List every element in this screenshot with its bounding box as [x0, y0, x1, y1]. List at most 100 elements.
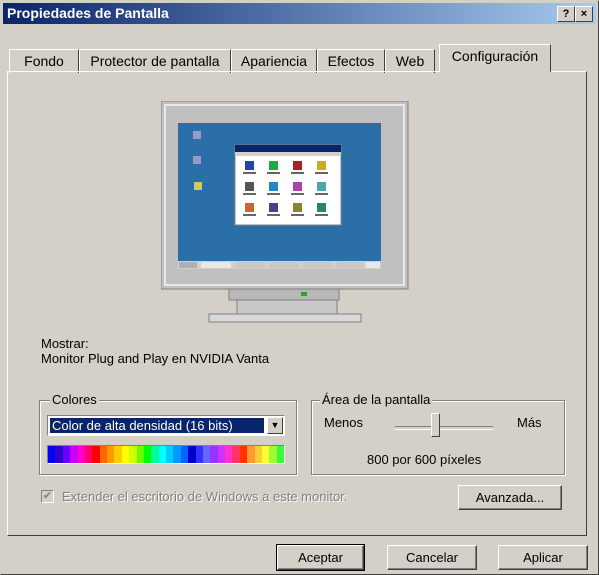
monitor-device-name: Monitor Plug and Play en NVIDIA Vanta	[41, 351, 270, 366]
palette-swatch	[254, 446, 262, 463]
preview-app-icon	[269, 161, 278, 170]
preview-window-titlebar	[235, 145, 341, 152]
palette-swatch	[129, 446, 137, 463]
palette-swatch	[62, 446, 71, 463]
preview-app-caption	[243, 172, 256, 174]
palette-swatch	[107, 446, 115, 463]
preview-app-caption	[267, 193, 280, 195]
tab-web[interactable]: Web	[385, 49, 435, 73]
palette-swatch	[99, 446, 107, 463]
palette-swatch	[180, 446, 189, 463]
my-computer-icon	[193, 131, 201, 139]
preview-app-icon	[269, 182, 278, 191]
preview-app-icon	[245, 161, 254, 170]
palette-swatch	[261, 446, 270, 463]
ok-button[interactable]: Aceptar	[276, 544, 365, 571]
palette-swatch	[210, 446, 218, 463]
extend-desktop-checkbox[interactable]: ✔	[41, 490, 54, 503]
palette-swatch	[77, 446, 85, 463]
palette-swatch	[217, 446, 225, 463]
slider-less-label: Menos	[324, 415, 364, 430]
preview-task-5	[337, 262, 363, 268]
preview-app-caption	[291, 172, 304, 174]
resolution-slider-track[interactable]	[395, 426, 493, 430]
preview-window-menubar	[235, 152, 341, 156]
preview-app-icon	[317, 182, 326, 191]
preview-app-caption	[315, 214, 328, 216]
color-palette-bar	[47, 445, 285, 464]
tab-configuracion[interactable]: Configuración	[439, 44, 551, 72]
palette-swatch	[225, 446, 233, 463]
power-led	[301, 292, 307, 296]
palette-swatch	[188, 446, 196, 463]
window-title: Propiedades de Pantalla	[7, 5, 169, 21]
preview-app-caption	[243, 214, 256, 216]
palette-swatch	[247, 446, 255, 463]
preview-task-4	[303, 262, 333, 268]
palette-swatch	[55, 446, 63, 463]
preview-app-icon	[317, 161, 326, 170]
palette-swatch	[84, 446, 93, 463]
palette-swatch	[114, 446, 122, 463]
tab-efectos[interactable]: Efectos	[317, 49, 385, 73]
extend-desktop-label: Extender el escritorio de Windows a este…	[62, 489, 348, 504]
palette-swatch	[239, 446, 248, 463]
palette-swatch	[151, 446, 159, 463]
advanced-button[interactable]: Avanzada...	[458, 485, 562, 510]
close-button[interactable]: ×	[575, 6, 593, 22]
palette-swatch	[173, 446, 181, 463]
palette-swatch	[136, 446, 144, 463]
chevron-down-icon[interactable]: ▼	[267, 417, 283, 434]
palette-swatch	[195, 446, 203, 463]
help-button[interactable]: ?	[557, 6, 575, 22]
preview-app-caption	[243, 193, 256, 195]
preview-app-caption	[267, 214, 280, 216]
palette-swatch	[202, 446, 211, 463]
preview-app-icon	[293, 203, 302, 212]
tab-fondo[interactable]: Fondo	[9, 49, 79, 73]
preview-app-caption	[267, 172, 280, 174]
tab-apariencia[interactable]: Apariencia	[231, 49, 317, 73]
network-icon	[193, 156, 201, 164]
palette-swatch	[269, 446, 277, 463]
display-label: Mostrar:	[41, 336, 89, 351]
preview-app-caption	[315, 193, 328, 195]
palette-swatch	[158, 446, 166, 463]
cancel-button[interactable]: Cancelar	[387, 545, 477, 570]
preview-app-icon	[245, 182, 254, 191]
monitor-base	[208, 313, 362, 323]
palette-swatch	[92, 446, 100, 463]
monitor-stand	[236, 299, 338, 315]
apply-button[interactable]: Aplicar	[498, 545, 588, 570]
preview-app-caption	[315, 172, 328, 174]
preview-app-icon	[293, 182, 302, 191]
monitor-neck	[228, 288, 340, 301]
preview-app-icon	[269, 203, 278, 212]
preview-task-1	[201, 262, 231, 268]
palette-swatch	[143, 446, 152, 463]
palette-swatch	[276, 446, 284, 463]
monitor-preview	[161, 101, 409, 323]
preview-task-2	[235, 262, 265, 268]
preview-app-caption	[291, 193, 304, 195]
preview-start-button	[179, 262, 197, 268]
resolution-slider-thumb[interactable]	[430, 413, 440, 437]
colors-group-label: Colores	[50, 392, 99, 407]
palette-swatch	[232, 446, 240, 463]
palette-swatch	[70, 446, 78, 463]
palette-swatch	[121, 446, 130, 463]
title-bar[interactable]: Propiedades de Pantalla ? ×	[3, 3, 596, 24]
palette-swatch	[166, 446, 174, 463]
recycle-bin-icon	[194, 182, 202, 190]
preview-app-icon	[245, 203, 254, 212]
preview-app-icon	[317, 203, 326, 212]
color-depth-select[interactable]: Color de alta densidad (16 bits) ▼	[47, 415, 285, 436]
tab-protector-de-pantalla[interactable]: Protector de pantalla	[79, 49, 231, 73]
preview-app-icon	[293, 161, 302, 170]
preview-tray	[366, 262, 380, 268]
screen-area-group-label: Área de la pantalla	[320, 392, 433, 407]
preview-app-caption	[291, 214, 304, 216]
palette-swatch	[48, 446, 56, 463]
preview-task-3	[269, 262, 299, 268]
color-depth-value: Color de alta densidad (16 bits)	[50, 418, 264, 433]
